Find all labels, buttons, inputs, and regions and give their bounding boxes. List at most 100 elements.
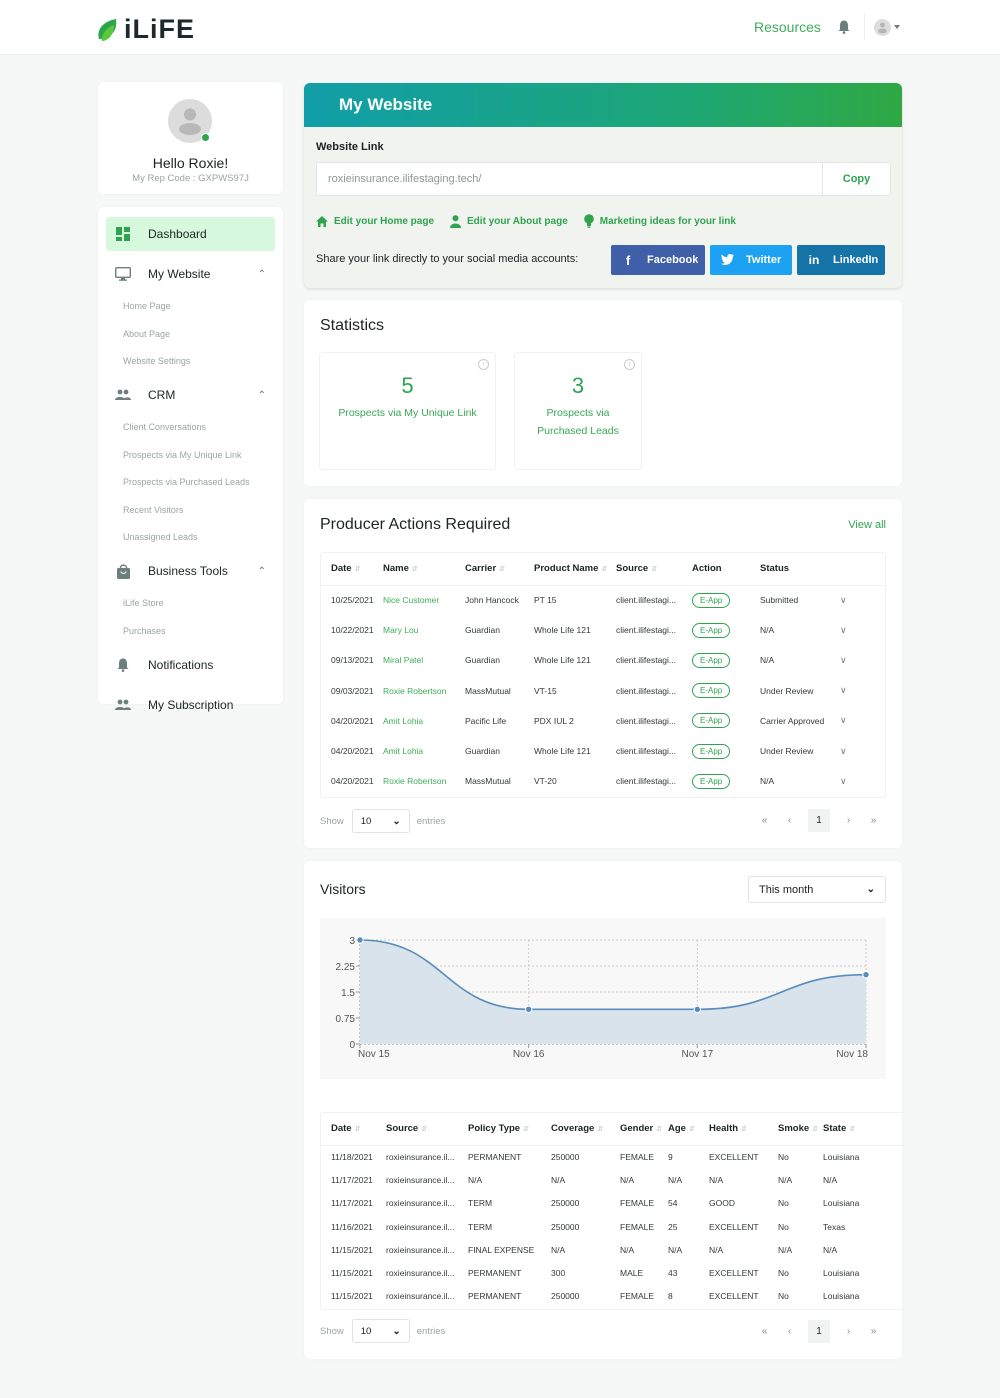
- next-page-button[interactable]: ›: [836, 1326, 861, 1337]
- sidebar-item-business-tools[interactable]: Business Tools ⌃: [106, 554, 275, 588]
- ilife-logo[interactable]: iLiFE: [96, 14, 195, 45]
- sidebar-subitem-home-page[interactable]: Home Page: [123, 301, 171, 311]
- stat-card-purchased-leads[interactable]: i 3 Prospects via Purchased Leads: [514, 352, 642, 470]
- sidebar-item-crm[interactable]: CRM ⌃: [106, 378, 275, 412]
- twitter-share-button[interactable]: Twitter: [710, 245, 792, 275]
- col-product-name[interactable]: Product Name ⇵: [534, 553, 616, 586]
- sidebar-subitem-client-conversations[interactable]: Client Conversations: [123, 422, 206, 432]
- col-health[interactable]: Health ⇵: [709, 1113, 778, 1146]
- cell-name[interactable]: Roxie Robertson: [383, 776, 446, 786]
- cell-source: roxieinsurance.il...: [386, 1291, 455, 1302]
- cell-name[interactable]: Nice Customer: [383, 595, 439, 605]
- first-page-button[interactable]: «: [752, 1326, 777, 1337]
- col-age[interactable]: Age ⇵: [668, 1113, 709, 1146]
- website-link-field[interactable]: roxieinsurance.ilifestaging.tech/ Copy: [316, 162, 891, 196]
- prev-page-button[interactable]: ‹: [777, 815, 802, 826]
- view-all-link[interactable]: View all: [848, 519, 886, 531]
- sidebar-subitem-ilife-store[interactable]: iLife Store: [123, 598, 164, 608]
- sidebar-subitem-recent-visitors[interactable]: Recent Visitors: [123, 505, 183, 515]
- statistics-card: Statistics i 5 Prospects via My Unique L…: [304, 300, 902, 486]
- first-page-button[interactable]: «: [752, 815, 777, 826]
- col-name[interactable]: Name ⇵: [383, 553, 465, 586]
- cell-name[interactable]: Roxie Robertson: [383, 686, 446, 696]
- e-app-button[interactable]: E-App: [692, 592, 731, 608]
- info-icon[interactable]: i: [478, 359, 489, 370]
- entries-select[interactable]: 10 ⌄: [351, 1319, 410, 1343]
- last-page-button[interactable]: »: [861, 815, 886, 826]
- table-row: 11/16/2021 roxieinsurance.il... TERM 250000…: [321, 1215, 906, 1238]
- col-carrier[interactable]: Carrier ⇵: [465, 553, 534, 586]
- sidebar-subitem-prospects-unique-link[interactable]: Prospects via My Unique Link: [123, 450, 242, 460]
- cell-status: Under Review: [760, 746, 814, 757]
- chevron-up-icon[interactable]: ⌃: [258, 269, 266, 280]
- bell-icon[interactable]: [838, 20, 850, 39]
- col-gender[interactable]: Gender ⇵: [620, 1113, 668, 1146]
- chevron-up-icon[interactable]: ⌃: [258, 390, 266, 401]
- sort-icon: ⇵: [597, 1126, 604, 1134]
- page-number-button[interactable]: 1: [808, 1320, 830, 1343]
- marketing-ideas-link[interactable]: Marketing ideas for your link: [583, 214, 736, 228]
- marketing-ideas-label: Marketing ideas for your link: [599, 215, 736, 227]
- copy-button[interactable]: Copy: [822, 163, 890, 195]
- col-source[interactable]: Source ⇵: [616, 553, 692, 586]
- resources-link[interactable]: Resources: [754, 19, 821, 35]
- sidebar-subitem-purchases[interactable]: Purchases: [123, 626, 166, 636]
- expand-row-chevron-icon[interactable]: ∨: [840, 685, 847, 695]
- cell-name[interactable]: Miral Patel: [383, 655, 423, 665]
- info-icon[interactable]: i: [624, 359, 635, 370]
- cell-source: client.ilifestagi...: [616, 655, 676, 666]
- cell-name[interactable]: Amit Lohia: [383, 746, 423, 756]
- col-date[interactable]: Date ⇵: [321, 553, 383, 586]
- cell-name[interactable]: Amit Lohia: [383, 716, 423, 726]
- sidebar-subitem-about-page[interactable]: About Page: [123, 329, 170, 339]
- prev-page-button[interactable]: ‹: [777, 1326, 802, 1337]
- cell-status: Carrier Approved: [760, 715, 825, 726]
- facebook-share-button[interactable]: f Facebook: [611, 245, 705, 275]
- expand-row-chevron-icon[interactable]: ∨: [840, 715, 847, 725]
- entries-select[interactable]: 10 ⌄: [351, 809, 410, 833]
- stat-label: Prospects via My Unique Link: [338, 407, 477, 419]
- expand-row-chevron-icon[interactable]: ∨: [840, 595, 847, 605]
- e-app-button[interactable]: E-App: [692, 773, 731, 789]
- caret-down-icon[interactable]: [894, 25, 900, 29]
- sidebar-subitem-prospects-purchased-leads[interactable]: Prospects via Purchased Leads: [123, 477, 250, 487]
- e-app-button[interactable]: E-App: [692, 713, 731, 729]
- sidebar-subitem-unassigned-leads[interactable]: Unassigned Leads: [123, 532, 198, 542]
- col-coverage[interactable]: Coverage ⇵: [551, 1113, 620, 1146]
- date-range-value: This month: [759, 883, 814, 896]
- e-app-button[interactable]: E-App: [692, 743, 731, 759]
- col-date[interactable]: Date ⇵: [321, 1113, 386, 1146]
- table-row: 11/18/2021 roxieinsurance.il... PERMANENT 2…: [321, 1145, 906, 1168]
- col-smoke[interactable]: Smoke ⇵: [778, 1113, 823, 1146]
- next-page-button[interactable]: ›: [836, 815, 861, 826]
- sidebar-item-my-website[interactable]: My Website ⌃: [106, 257, 275, 291]
- date-range-select[interactable]: This month ⌄: [748, 876, 886, 903]
- edit-home-page-link[interactable]: Edit your Home page: [316, 214, 434, 228]
- user-avatar-icon[interactable]: [874, 19, 891, 36]
- cell-name[interactable]: Mary Lou: [383, 625, 418, 635]
- page-number-button[interactable]: 1: [808, 809, 830, 832]
- sidebar-item-notifications[interactable]: Notifications: [106, 648, 275, 682]
- last-page-button[interactable]: »: [861, 1326, 886, 1337]
- edit-about-page-link[interactable]: Edit your About page: [450, 214, 568, 228]
- col-source[interactable]: Source ⇵: [386, 1113, 468, 1146]
- stat-card-unique-link[interactable]: i 5 Prospects via My Unique Link: [319, 352, 496, 470]
- y-tick-label: 3: [349, 936, 355, 947]
- col-state[interactable]: State ⇵: [823, 1113, 906, 1146]
- e-app-button[interactable]: E-App: [692, 622, 731, 638]
- sidebar-item-my-subscription[interactable]: My Subscription: [106, 688, 275, 722]
- expand-row-chevron-icon[interactable]: ∨: [840, 625, 847, 635]
- expand-row-chevron-icon[interactable]: ∨: [840, 746, 847, 756]
- sidebar-item-dashboard[interactable]: Dashboard: [106, 217, 275, 251]
- visitors-chart: 0 0.75 1.5 2.25 3 Nov 15 Nov 16 Nov 17 Nov 18: [336, 936, 870, 1060]
- expand-row-chevron-icon[interactable]: ∨: [840, 776, 847, 786]
- cell-source: roxieinsurance.il...: [386, 1198, 455, 1209]
- e-app-button[interactable]: E-App: [692, 683, 731, 699]
- sidebar-subitem-website-settings[interactable]: Website Settings: [123, 356, 190, 366]
- chevron-up-icon[interactable]: ⌃: [258, 566, 266, 577]
- col-policy-type[interactable]: Policy Type ⇵: [468, 1113, 551, 1146]
- e-app-button[interactable]: E-App: [692, 652, 731, 668]
- cell-policy-type: TERM: [468, 1221, 493, 1232]
- linkedin-share-button[interactable]: in LinkedIn: [797, 245, 885, 275]
- expand-row-chevron-icon[interactable]: ∨: [840, 655, 847, 665]
